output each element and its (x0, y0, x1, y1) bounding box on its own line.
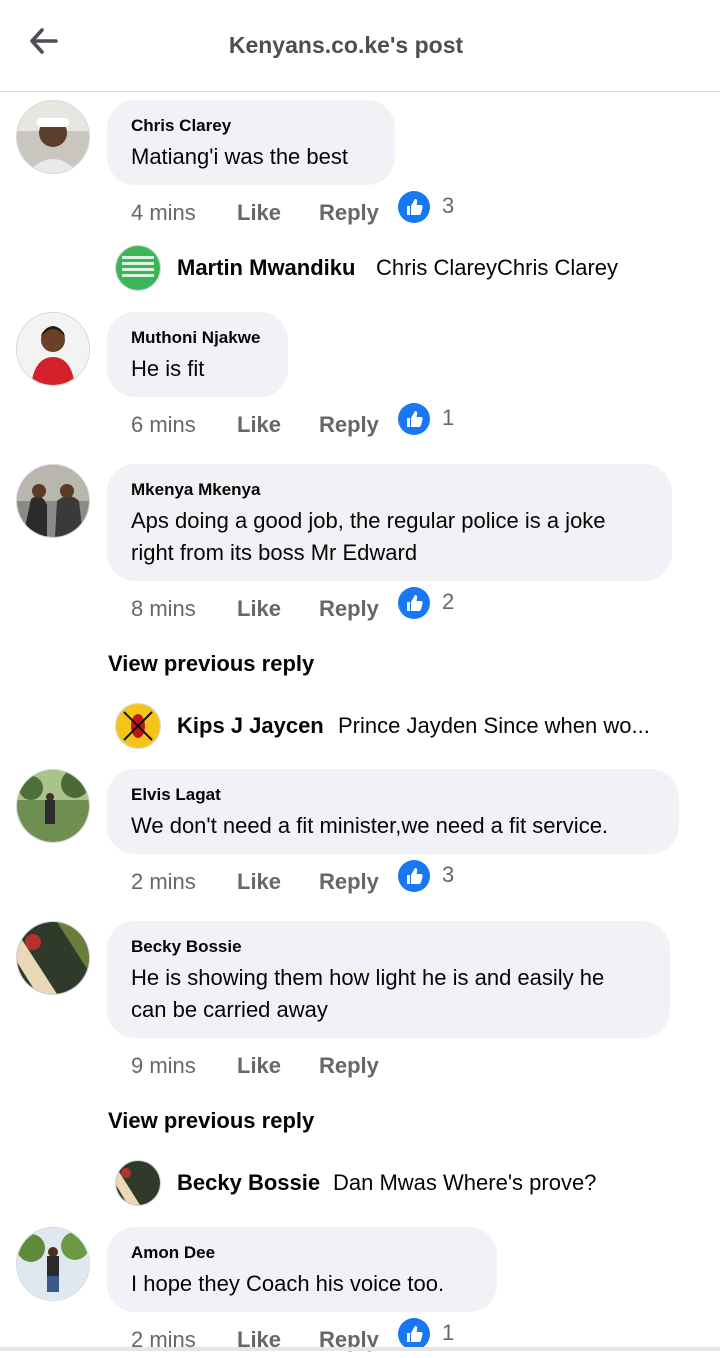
like-button[interactable]: Like (237, 410, 281, 440)
reply-author[interactable]: Kips J Jaycen (177, 713, 324, 739)
reply-text: Dan Mwas Where's prove? (333, 1170, 597, 1195)
reply-text: Prince Jayden Since when wo... (338, 713, 650, 738)
thumbs-up-icon (398, 191, 430, 223)
comment-time: 4 mins (131, 200, 196, 225)
thumbs-up-icon (398, 587, 430, 619)
thumbs-up-icon (398, 1318, 430, 1350)
avatar[interactable] (16, 312, 90, 386)
thumbs-up-icon (398, 403, 430, 435)
reaction-count: 1 (442, 1320, 455, 1345)
avatar[interactable] (16, 100, 90, 174)
comment-meta: 9 mins Like Reply (131, 1051, 531, 1081)
comment-text: We don't need a fit minister,we need a f… (131, 813, 609, 838)
comment-text-line: right from its boss Mr Edward (131, 540, 418, 565)
top-bar: Kenyans.co.ke's post (0, 0, 720, 92)
comment-author[interactable]: Becky Bossie (131, 937, 646, 957)
comment-text: Matiang'i was the best (131, 144, 348, 169)
comment-meta: 8 mins Like Reply 2 (131, 587, 531, 624)
reaction-count: 3 (442, 193, 455, 218)
comment-text: Aps doing a good job, the regular police… (131, 505, 648, 569)
avatar[interactable] (16, 464, 90, 538)
reply-button[interactable]: Reply (319, 867, 379, 897)
reply-preview[interactable]: Martin Mwandiku Chris ClareyChris Clarey (115, 245, 705, 291)
reply-text: Chris ClareyChris Clarey (376, 255, 619, 280)
like-button[interactable]: Like (237, 198, 281, 228)
comment-bubble: Amon Dee I hope they Coach his voice too… (107, 1227, 497, 1312)
like-button[interactable]: Like (237, 867, 281, 897)
comment-text: He is showing them how light he is and e… (131, 962, 646, 1026)
avatar[interactable] (16, 769, 90, 843)
comment-bubble: Chris Clarey Matiang'i was the best (107, 100, 395, 185)
avatar (115, 1160, 161, 1206)
reply-preview[interactable]: Becky Bossie Dan Mwas Where's prove? (115, 1160, 705, 1206)
reply-author[interactable]: Martin Mwandiku (177, 255, 355, 281)
reply-button[interactable]: Reply (319, 594, 379, 624)
avatar (115, 703, 161, 749)
avatar[interactable] (16, 921, 90, 995)
reply-preview[interactable]: Kips J Jaycen Prince Jayden Since when w… (115, 703, 705, 749)
comment-bubble: Becky Bossie He is showing them how ligh… (107, 921, 670, 1038)
comment-bubble: Muthoni Njakwe He is fit (107, 312, 288, 397)
comment-time: 8 mins (131, 596, 196, 621)
comment-meta: 6 mins Like Reply 1 (131, 403, 531, 440)
reply-button[interactable]: Reply (319, 1051, 379, 1081)
reaction-count: 3 (442, 862, 455, 887)
comment-time: 9 mins (131, 1053, 196, 1078)
bottom-divider (0, 1347, 720, 1351)
like-button[interactable]: Like (237, 594, 281, 624)
reply-button[interactable]: Reply (319, 198, 379, 228)
reply-button[interactable]: Reply (319, 410, 379, 440)
comment-time: 6 mins (131, 412, 196, 437)
comment-text-line: Aps doing a good job, the regular police… (131, 508, 606, 533)
thumbs-up-icon (398, 860, 430, 892)
comment-text: I hope they Coach his voice too. (131, 1271, 445, 1296)
view-previous-reply-link[interactable]: View previous reply (108, 1108, 314, 1134)
comment-author[interactable]: Muthoni Njakwe (131, 328, 264, 348)
comment-text-line: He is showing them how light he is and e… (131, 965, 605, 990)
comment-bubble: Mkenya Mkenya Aps doing a good job, the … (107, 464, 672, 581)
comment-time: 2 mins (131, 869, 196, 894)
reply-author[interactable]: Becky Bossie (177, 1170, 320, 1196)
comment-bubble: Elvis Lagat We don't need a fit minister… (107, 769, 679, 854)
comment-meta: 2 mins Like Reply 3 (131, 860, 531, 897)
like-button[interactable]: Like (237, 1051, 281, 1081)
reaction-count: 2 (442, 589, 455, 614)
reaction-count: 1 (442, 405, 455, 430)
comment-author[interactable]: Amon Dee (131, 1243, 473, 1263)
page-title: Kenyans.co.ke's post (228, 32, 464, 58)
avatar (115, 245, 161, 291)
comment-author[interactable]: Mkenya Mkenya (131, 480, 648, 500)
comment-text: He is fit (131, 356, 205, 381)
comment-author[interactable]: Elvis Lagat (131, 785, 655, 805)
comment-author[interactable]: Chris Clarey (131, 116, 371, 136)
avatar[interactable] (16, 1227, 90, 1301)
comment-meta: 4 mins Like Reply 3 (131, 191, 531, 228)
comment-text-line: can be carried away (131, 997, 328, 1022)
view-previous-reply-link[interactable]: View previous reply (108, 651, 314, 677)
